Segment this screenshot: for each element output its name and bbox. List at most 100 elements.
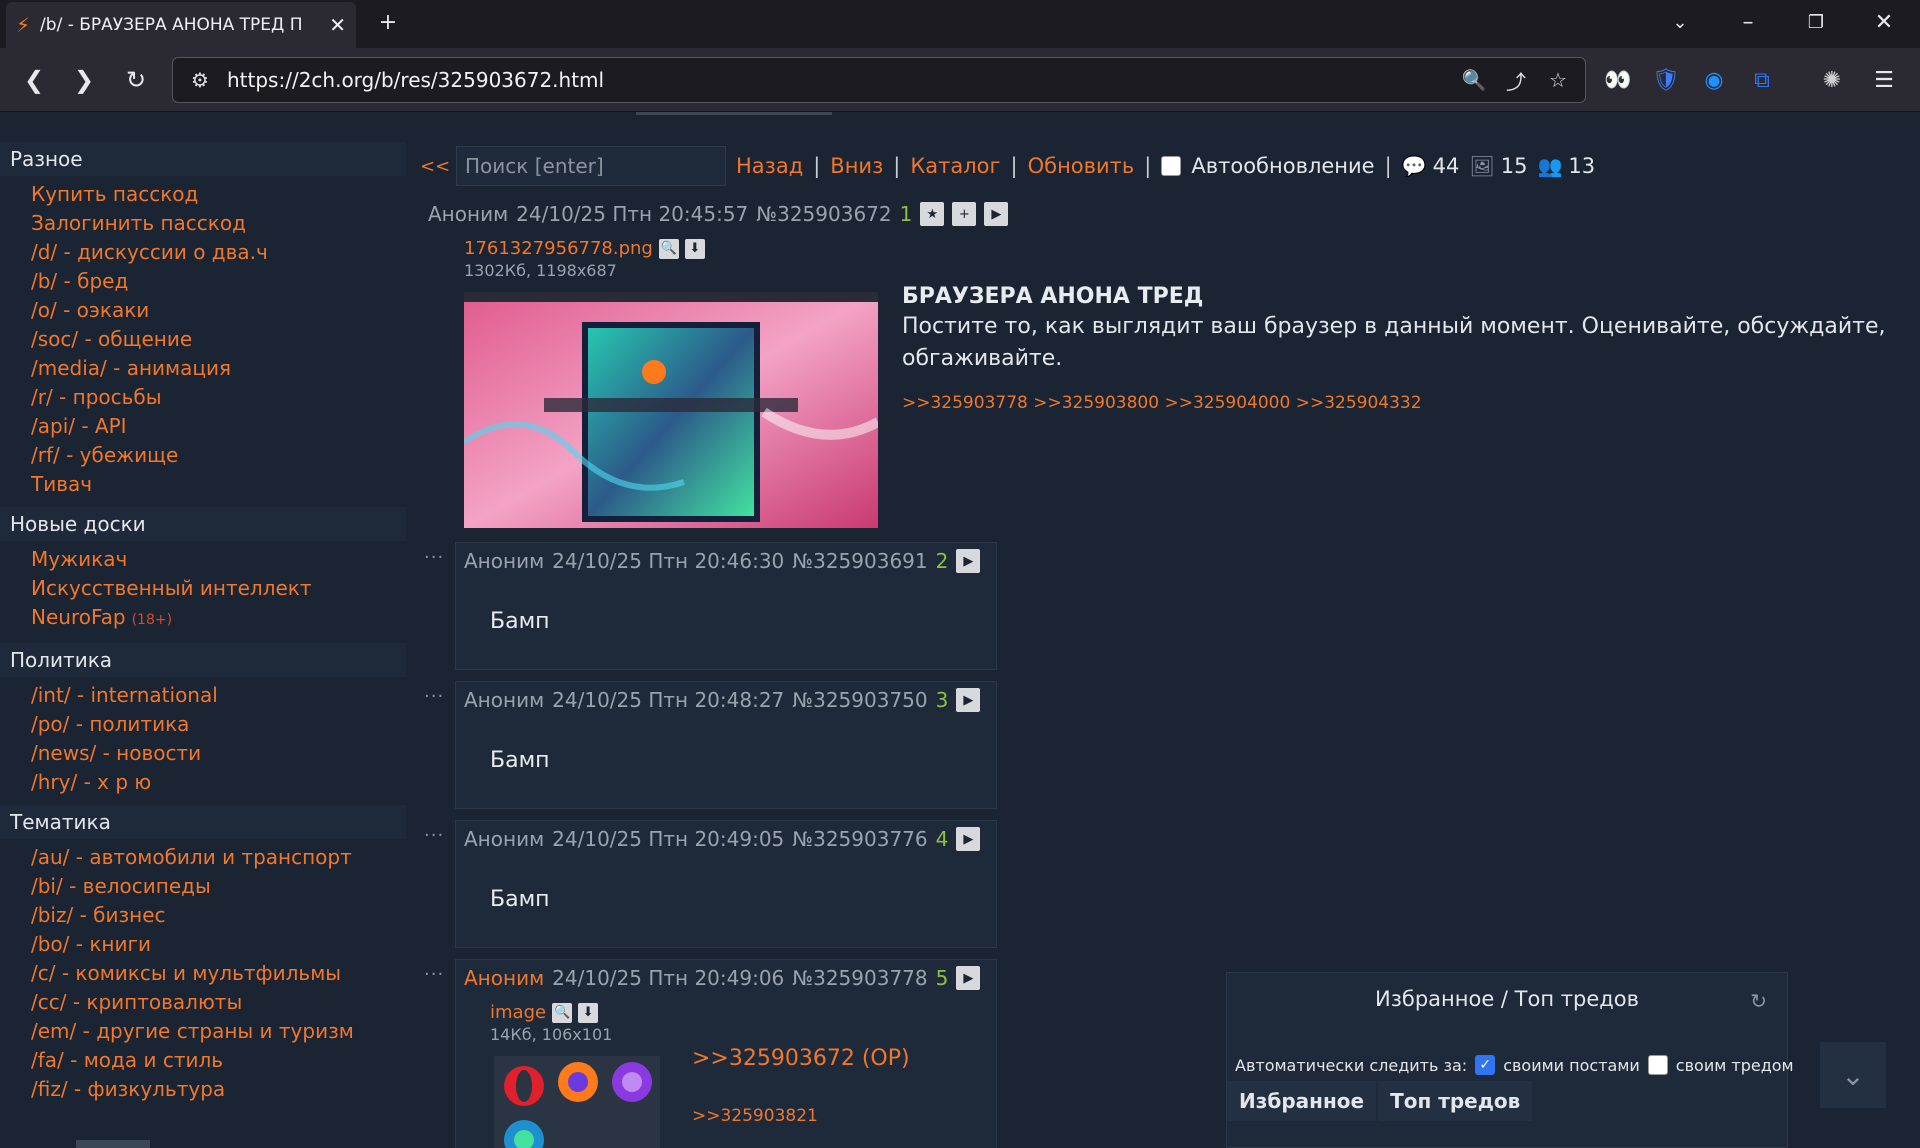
site-settings-icon[interactable]: ⚙ — [185, 68, 215, 92]
reply-post: Аноним 24/10/25 Птн 20:48:27 №325903750 … — [455, 681, 997, 809]
scroll-down-chevron-icon[interactable]: ⌄ — [1820, 1042, 1886, 1108]
extension-eyes-icon[interactable]: 👀 — [1602, 64, 1634, 96]
extensions-puzzle-icon[interactable]: ⧉ — [1746, 64, 1778, 96]
board-link[interactable]: /bi/ - велосипеды — [31, 872, 406, 901]
board-link[interactable]: Залогинить пасскод — [31, 209, 406, 238]
board-link[interactable]: /d/ - дискуссии о два.ч — [31, 238, 406, 267]
op-thumbnail-image[interactable] — [464, 292, 878, 528]
extension-shield-icon[interactable]: 🛡 — [1650, 64, 1682, 96]
board-link[interactable]: Тивач — [31, 470, 406, 499]
nav-refresh-link[interactable]: Обновить — [1028, 154, 1135, 178]
reload-icon[interactable]: ↻ — [116, 60, 156, 100]
refresh-spinner-icon[interactable]: ↻ — [1750, 989, 1767, 1013]
post-options-dots[interactable]: ··· — [424, 964, 444, 985]
extension-shazam-icon[interactable]: ◉ — [1698, 64, 1730, 96]
minimize-window-icon[interactable]: – — [1720, 0, 1776, 44]
post-menu-play-icon[interactable]: ▶ — [956, 827, 981, 851]
quote-link[interactable]: >>325903821 — [692, 1106, 818, 1126]
board-link[interactable]: /o/ - оэкаки — [31, 296, 406, 325]
board-link[interactable]: /rf/ - убежище — [31, 441, 406, 470]
reply-links[interactable]: >>325903778 >>325903800 >>325904000 >>32… — [902, 393, 1902, 413]
bookmark-icon[interactable]: ☆ — [1543, 68, 1573, 92]
hide-sidebar-link[interactable]: << — [420, 156, 450, 177]
menu-hamburger-icon[interactable]: ☰ — [1868, 64, 1900, 96]
board-link[interactable]: Купить пасскод — [31, 180, 406, 209]
watch-own-thread-checkbox[interactable] — [1647, 1055, 1668, 1075]
file-name-link[interactable]: image — [490, 1002, 546, 1023]
sidebar-section-title[interactable]: Новые доски — [0, 507, 406, 541]
watch-own-posts-checkbox[interactable]: ✓ — [1475, 1055, 1496, 1075]
autoupdate-checkbox[interactable] — [1161, 156, 1182, 176]
board-link[interactable]: /b/ - бред — [31, 267, 406, 296]
zoom-icon[interactable]: 🔍 — [1459, 68, 1489, 92]
board-link[interactable]: /int/ - international — [31, 681, 406, 710]
nav-catalog-link[interactable]: Каталог — [910, 154, 1000, 178]
url-bar[interactable]: ⚙ https://2ch.org/b/res/325903672.html 🔍… — [172, 57, 1586, 103]
board-link[interactable]: /fa/ - мода и стиль — [31, 1046, 406, 1075]
board-link-label[interactable]: NeuroFap — [31, 605, 126, 629]
board-link-neurofap[interactable]: NeuroFap (18+) — [31, 603, 406, 635]
board-link[interactable]: /cc/ - криптовалюты — [31, 988, 406, 1017]
download-icon[interactable]: ⬇ — [578, 1002, 599, 1023]
reply-plus-icon[interactable]: + — [952, 202, 977, 226]
post-number[interactable]: №325903691 — [792, 549, 927, 573]
board-link[interactable]: /po/ - политика — [31, 710, 406, 739]
board-link[interactable]: /au/ - автомобили и транспорт — [31, 843, 406, 872]
post-options-dots[interactable]: ··· — [424, 825, 444, 846]
back-arrow-icon[interactable]: ❮ — [14, 60, 54, 100]
post-menu-play-icon[interactable]: ▶ — [956, 549, 981, 573]
age-badge: (18+) — [131, 612, 173, 628]
post-menu-play-icon[interactable]: ▶ — [984, 202, 1009, 226]
board-link[interactable]: /api/ - API — [31, 412, 406, 441]
sidebar-section-title[interactable]: Тематика — [0, 805, 406, 839]
close-window-icon[interactable]: ✕ — [1856, 0, 1912, 44]
board-link[interactable]: Мужикач — [31, 545, 406, 574]
board-link[interactable]: /news/ - новости — [31, 739, 406, 768]
post-menu-play-icon[interactable]: ▶ — [956, 688, 981, 712]
url-text[interactable]: https://2ch.org/b/res/325903672.html — [227, 68, 1447, 92]
profile-avatar-icon[interactable]: ✺ — [1816, 64, 1848, 96]
search-image-icon[interactable]: 🔍 — [658, 238, 679, 259]
board-link[interactable]: /hry/ - х р ю — [31, 768, 406, 797]
nav-back-link[interactable]: Назад — [736, 154, 803, 178]
sidebar-section-title[interactable]: Разное — [0, 142, 406, 176]
search-input[interactable] — [456, 146, 726, 186]
tab-top-threads[interactable]: Топ тредов — [1378, 1081, 1533, 1121]
reply-text: Бамп — [490, 609, 550, 634]
browser-tab-active[interactable]: ⚡ /b/ - БРАУЗЕРА АНОНА ТРЕД П ✕ — [6, 2, 356, 48]
post-number[interactable]: №325903750 — [792, 688, 927, 712]
board-link[interactable]: Искусственный интеллект — [31, 574, 406, 603]
poster-name[interactable]: Аноним — [464, 966, 544, 990]
tab-favorites[interactable]: Избранное — [1227, 1081, 1377, 1121]
tab-close-icon[interactable]: ✕ — [329, 13, 346, 37]
reply-thumbnail-image[interactable] — [494, 1056, 660, 1148]
new-tab-plus-icon[interactable]: + — [360, 0, 416, 44]
board-link[interactable]: /biz/ - бизнес — [31, 901, 406, 930]
board-link[interactable]: /bo/ - книги — [31, 930, 406, 959]
board-link[interactable]: /soc/ - общение — [31, 325, 406, 354]
favorite-star-icon[interactable]: ★ — [920, 202, 945, 226]
restore-window-icon[interactable]: ❐ — [1788, 0, 1844, 44]
post-index: 2 — [935, 549, 949, 573]
horizontal-scrollbar-thumb[interactable] — [76, 1140, 150, 1148]
download-icon[interactable]: ⬇ — [684, 238, 705, 259]
sidebar-section-title[interactable]: Политика — [0, 643, 406, 677]
board-link[interactable]: /r/ - просьбы — [31, 383, 406, 412]
post-number[interactable]: №325903778 — [792, 966, 927, 990]
post-menu-play-icon[interactable]: ▶ — [956, 966, 981, 990]
share-icon[interactable]: ⤴ — [1501, 66, 1531, 95]
board-link[interactable]: /fiz/ - физкультура — [31, 1075, 406, 1104]
board-link[interactable]: /em/ - другие страны и туризм — [31, 1017, 406, 1046]
op-quote-link[interactable]: >>325903672 (OP) — [692, 1046, 910, 1071]
search-image-icon[interactable]: 🔍 — [552, 1002, 573, 1023]
file-name-link[interactable]: 1761327956778.png — [464, 238, 653, 259]
post-options-dots[interactable]: ··· — [424, 547, 444, 568]
post-options-dots[interactable]: ··· — [424, 686, 444, 707]
post-number[interactable]: №325903776 — [792, 827, 927, 851]
post-number[interactable]: №325903672 — [756, 202, 891, 226]
tab-list-chevron-icon[interactable]: ⌄ — [1652, 0, 1708, 44]
board-link[interactable]: /media/ - анимация — [31, 354, 406, 383]
nav-down-link[interactable]: Вниз — [830, 154, 883, 178]
board-link[interactable]: /c/ - комиксы и мультфильмы — [31, 959, 406, 988]
forward-arrow-icon[interactable]: ❯ — [64, 60, 104, 100]
